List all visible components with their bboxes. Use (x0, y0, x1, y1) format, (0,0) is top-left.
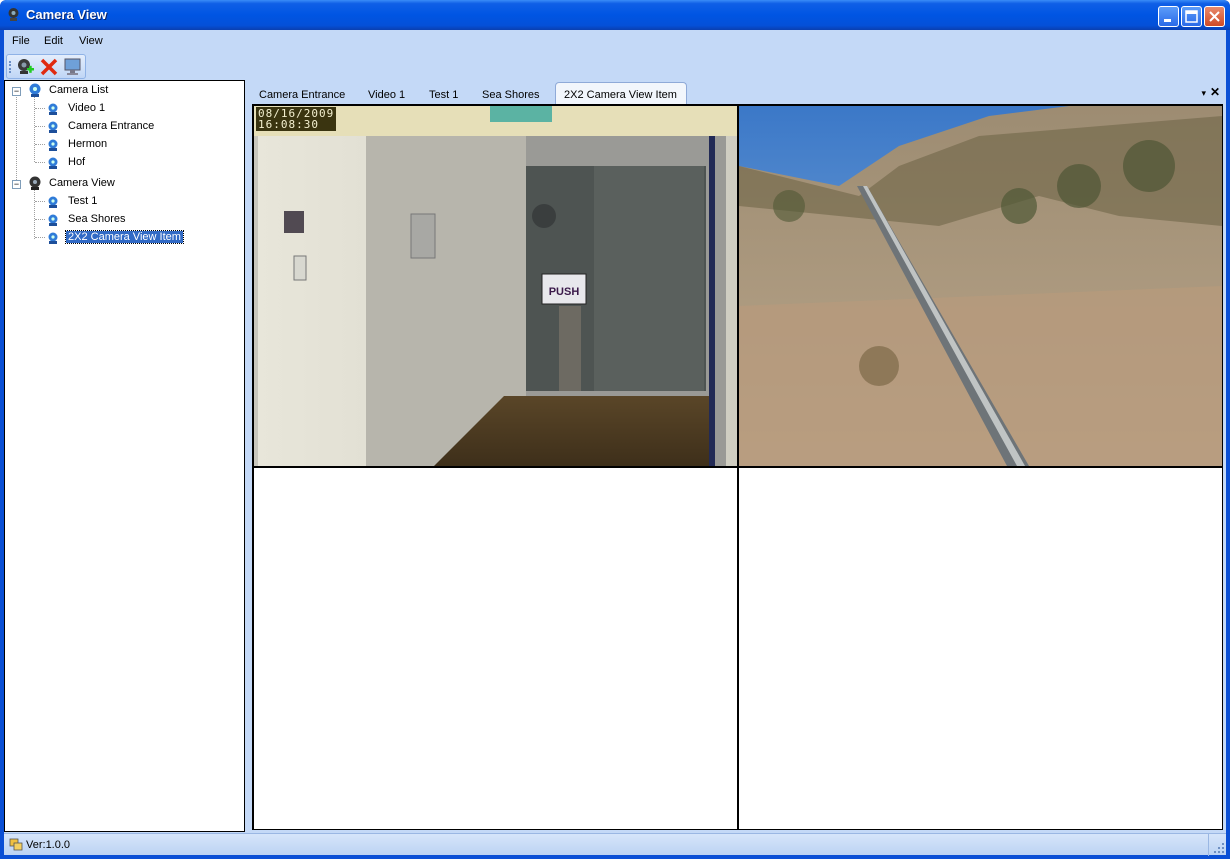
collapse-toggle[interactable]: − (12, 180, 21, 189)
webcam-small-icon (48, 232, 58, 244)
menu-file[interactable]: File (12, 35, 30, 47)
camera-cell-2[interactable] (739, 106, 1222, 466)
toolbar-grip[interactable] (9, 61, 11, 73)
webcam-dark-icon (29, 176, 41, 190)
tree-line (35, 237, 45, 238)
tree-item-selected[interactable]: 2X2 Camera View Item (5, 229, 245, 246)
tab-close-button[interactable]: ✕ (1210, 85, 1220, 99)
tree-line (35, 144, 45, 145)
tab-test-1[interactable]: Test 1 (424, 86, 463, 104)
tree-line (35, 162, 45, 163)
tab-2x2-camera-view-item[interactable]: 2X2 Camera View Item (555, 82, 687, 104)
tree-line (35, 201, 45, 202)
tab-strip: Camera Entrance Video 1 Test 1 Sea Shore… (248, 80, 1226, 104)
tree-line (35, 126, 45, 127)
tree-label: Camera Entrance (68, 120, 155, 132)
tree-label: 2X2 Camera View Item (65, 230, 184, 244)
add-camera-button[interactable] (15, 57, 35, 77)
delete-button[interactable] (39, 57, 59, 77)
minimize-icon (1164, 19, 1171, 22)
collapse-toggle[interactable]: − (12, 87, 21, 96)
webcam-small-icon (48, 214, 58, 226)
webcam-small-icon (48, 139, 58, 151)
tab-video-1[interactable]: Video 1 (363, 86, 410, 104)
tree-item[interactable]: Sea Shores (5, 211, 245, 228)
webcam-blue-icon (29, 83, 41, 97)
webcam-add-icon (18, 59, 34, 74)
tree-item[interactable]: Test 1 (5, 193, 245, 210)
maximize-icon (1185, 10, 1198, 23)
tree-label: Video 1 (68, 102, 106, 114)
camera-cell-4-empty[interactable] (739, 468, 1222, 829)
webcam-small-icon (48, 103, 58, 115)
tree-group-camera-list[interactable]: − Camera List (5, 82, 245, 99)
close-button[interactable] (1204, 6, 1225, 27)
app-window: Camera View File Edit View − Camera List… (0, 0, 1230, 859)
monitor-button[interactable] (63, 57, 83, 77)
timestamp-overlay: 08/16/2009 16:08:30 (256, 107, 337, 131)
tree-item[interactable]: Camera Entrance (5, 118, 245, 135)
status-bar: Ver:1.0.0 (4, 833, 1226, 856)
resize-grip-icon (1214, 843, 1224, 853)
tree-item[interactable]: Video 1 (5, 100, 245, 117)
menu-view[interactable]: View (79, 35, 103, 47)
window-title: Camera View (26, 7, 107, 22)
title-bar[interactable]: Camera View (0, 0, 1230, 30)
client-area: File Edit View − Camera List Video 1 Cam… (4, 30, 1226, 856)
tree-label: Camera View (49, 177, 115, 189)
maximize-button[interactable] (1181, 6, 1202, 27)
red-x-icon (40, 58, 58, 76)
camera-cell-3-empty[interactable] (254, 468, 737, 829)
tree-item[interactable]: Hermon (5, 136, 245, 153)
tree-group-camera-view[interactable]: − Camera View (5, 175, 245, 192)
tree-line (35, 108, 45, 109)
tab-list-dropdown[interactable]: ▾ (1201, 88, 1206, 99)
tree-line (35, 219, 45, 220)
monitor-icon (64, 58, 81, 75)
webcam-small-icon (48, 157, 58, 169)
toolbar (6, 54, 86, 79)
tree-label: Camera List (49, 84, 109, 96)
minimize-button[interactable] (1158, 6, 1179, 27)
menu-bar: File Edit View (4, 30, 1226, 53)
osd-time: 16:08:30 (258, 118, 319, 131)
webcam-small-icon (48, 121, 58, 133)
camera-grid: PUSH 08/16/2009 16:08:30 (252, 104, 1223, 830)
webcam-small-icon (48, 196, 58, 208)
tree-label: Hermon (68, 138, 108, 150)
version-label: Ver:1.0.0 (26, 839, 71, 851)
windows-stack-icon (9, 838, 23, 851)
tab-camera-entrance[interactable]: Camera Entrance (254, 86, 350, 104)
tree-label: Test 1 (68, 195, 98, 207)
camera-feed-entrance: PUSH (254, 106, 737, 466)
camera-feed-hermon (739, 106, 1222, 466)
camera-cell-1[interactable]: PUSH 08/16/2009 16:08:30 (254, 106, 737, 466)
menu-edit[interactable]: Edit (44, 35, 63, 47)
webcam-icon (8, 8, 19, 21)
resize-grip[interactable] (1208, 834, 1226, 856)
close-icon (1209, 11, 1220, 22)
tree-item[interactable]: Hof (5, 154, 245, 171)
push-sign: PUSH (549, 286, 580, 298)
tree-label: Sea Shores (68, 213, 126, 225)
tree-label: Hof (68, 156, 86, 168)
camera-tree[interactable]: − Camera List Video 1 Camera Entrance He… (4, 80, 245, 832)
tab-sea-shores[interactable]: Sea Shores (477, 86, 544, 104)
